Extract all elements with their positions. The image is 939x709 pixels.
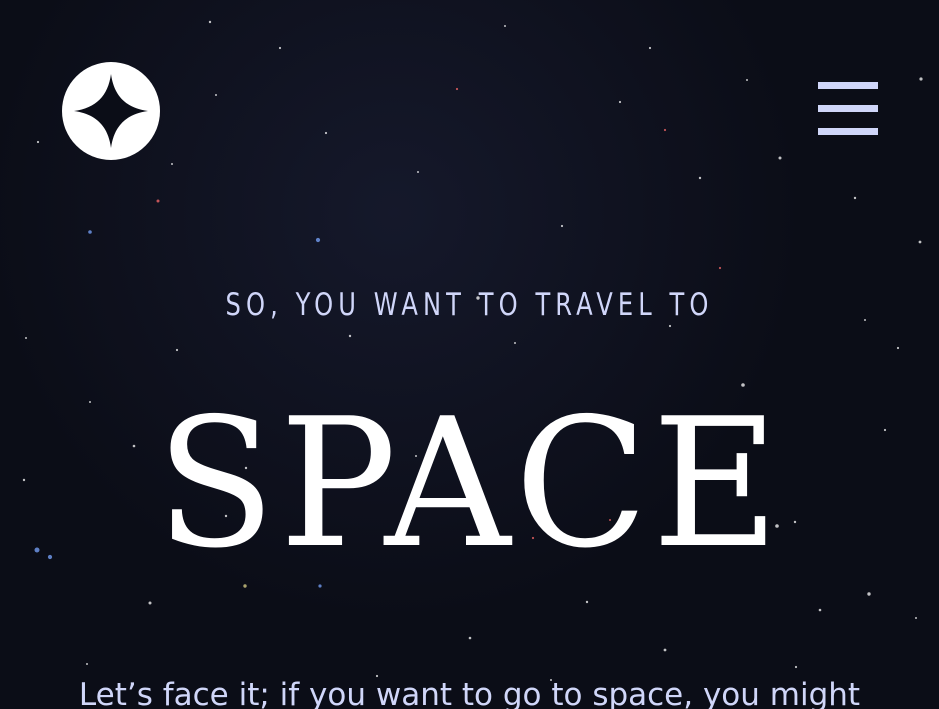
hamburger-line-middle [818, 105, 878, 112]
hero-eyebrow-text: SO, YOU WANT TO TRAVEL TO [225, 287, 714, 323]
star-logo-icon [62, 62, 160, 160]
hamburger-line-bottom [818, 128, 878, 135]
hamburger-line-top [818, 82, 878, 89]
logo-button[interactable] [61, 61, 161, 161]
hero-title: SPACE [155, 380, 784, 587]
page-root: SO, YOU WANT TO TRAVEL TO SPACE Let’s fa… [0, 0, 939, 709]
hero-body-text: Let’s face it; if you want to go to spac… [78, 677, 861, 709]
hamburger-menu-button[interactable] [818, 82, 878, 138]
